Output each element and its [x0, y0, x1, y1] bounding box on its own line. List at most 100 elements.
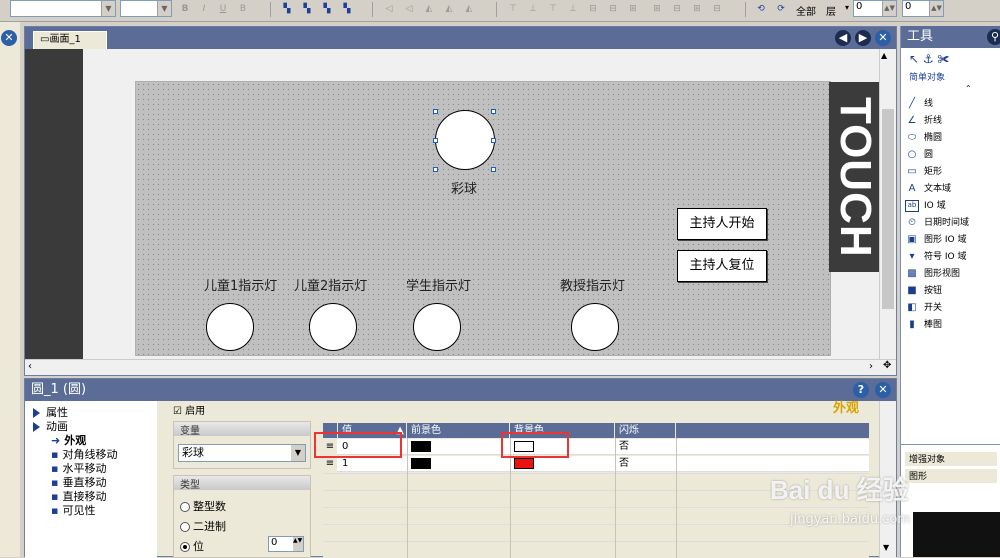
- close-icon[interactable]: ✕: [875, 30, 891, 46]
- zoom-out-icon[interactable]: ⟳: [774, 2, 788, 16]
- foreground-swatch[interactable]: [411, 441, 431, 452]
- tool-datetime[interactable]: ⏲ 日期时间域: [905, 215, 969, 231]
- font-combo[interactable]: ▼: [10, 0, 116, 17]
- group-icon[interactable]: ⊞: [650, 2, 664, 16]
- selection-handle[interactable]: [433, 167, 438, 172]
- italic-button[interactable]: I: [197, 2, 211, 16]
- chevron-down-icon[interactable]: ▾: [845, 3, 849, 12]
- tools-group-graphics[interactable]: 图形: [905, 469, 997, 483]
- tools-group-simple[interactable]: 简单对象: [909, 70, 945, 83]
- tool-io-field[interactable]: ab IO 域: [905, 198, 946, 214]
- align-right-icon[interactable]: ▚: [320, 2, 334, 16]
- host-start-button[interactable]: 主持人开始: [677, 208, 767, 240]
- radio-binary[interactable]: 二进制: [180, 518, 226, 534]
- second-spin[interactable]: 0 ▲▼: [902, 0, 944, 17]
- selection-handle[interactable]: [491, 109, 496, 114]
- tool-graphic-view[interactable]: ▩ 图形视图: [905, 266, 960, 282]
- horizontal-scrollbar[interactable]: ‹ › ✥: [25, 359, 896, 375]
- scroll-right-icon[interactable]: ›: [869, 361, 873, 372]
- align-center-icon[interactable]: ▚: [300, 2, 314, 16]
- tool-polyline[interactable]: ∠ 折线: [905, 113, 943, 129]
- bit-spin[interactable]: 0 ▲▼: [268, 536, 304, 552]
- spin-icon[interactable]: ▲▼: [293, 537, 303, 551]
- distribute-icon[interactable]: ⊥: [566, 2, 580, 16]
- flip-h-icon[interactable]: ◭: [422, 2, 436, 16]
- tools-group-enhanced[interactable]: 增强对象: [905, 452, 997, 466]
- expand-icon[interactable]: [33, 422, 40, 432]
- lamp-circle[interactable]: [206, 303, 254, 351]
- selection-handle[interactable]: [491, 138, 496, 143]
- tree-item-visibility[interactable]: ▪ 可见性: [51, 502, 95, 518]
- background-swatch[interactable]: [514, 458, 534, 469]
- pointer-tools[interactable]: ↖ ⚓ ✀: [909, 52, 949, 67]
- screen-canvas[interactable]: 彩球 儿童1指示灯 儿童2指示灯 学生指示灯 教授指示灯 主持人开始 主持人复位: [135, 81, 831, 356]
- strike-button[interactable]: B: [236, 2, 250, 16]
- selection-handle[interactable]: [433, 138, 438, 143]
- underline-button[interactable]: U: [216, 2, 230, 16]
- selection-handle[interactable]: [433, 109, 438, 114]
- variable-select[interactable]: 彩球 ▼: [178, 444, 306, 462]
- scroll-up-icon[interactable]: ▲: [881, 51, 887, 60]
- pin-icon[interactable]: ⚲: [987, 29, 1000, 45]
- scroll-thumb[interactable]: [882, 109, 894, 309]
- rotate-right-icon[interactable]: ◁: [402, 2, 416, 16]
- tool-switch[interactable]: ◧ 开关: [905, 300, 942, 316]
- cell-blink[interactable]: 否: [615, 439, 675, 455]
- rotate-left-icon[interactable]: ◁: [382, 2, 396, 16]
- zoom-label[interactable]: 全部: [796, 3, 816, 18]
- cell-blink[interactable]: 否: [615, 456, 675, 472]
- radio-integer[interactable]: 整型数: [180, 498, 226, 514]
- radio-bit[interactable]: 位: [180, 538, 204, 554]
- prev-icon[interactable]: ◀: [835, 30, 851, 46]
- help-icon[interactable]: ?: [853, 382, 869, 398]
- column-header-blink[interactable]: 闪烁: [615, 423, 675, 438]
- mirror-icon[interactable]: ◭: [462, 2, 476, 16]
- chevron-down-icon[interactable]: ▼: [291, 445, 305, 461]
- enable-checkbox[interactable]: ☑ 启用: [173, 402, 205, 417]
- selection-handle[interactable]: [491, 167, 496, 172]
- cell-value[interactable]: 1: [338, 456, 406, 472]
- move-icon[interactable]: ✥: [883, 360, 891, 371]
- font-size-combo[interactable]: ▼: [120, 0, 172, 17]
- same-width-icon[interactable]: ⊟: [586, 2, 600, 16]
- close-icon[interactable]: ✕: [875, 382, 891, 398]
- foreground-swatch[interactable]: [411, 458, 431, 469]
- scroll-left-icon[interactable]: ‹: [28, 361, 32, 372]
- tool-text[interactable]: A 文本域: [905, 181, 951, 197]
- ball-circle[interactable]: [435, 110, 495, 170]
- align-justify-icon[interactable]: ▚: [340, 2, 354, 16]
- tool-rectangle[interactable]: ▭ 矩形: [905, 164, 942, 180]
- align-bottom-icon[interactable]: ⊤: [546, 2, 560, 16]
- table-row[interactable]: ≡ 0 否: [323, 439, 869, 455]
- tool-circle[interactable]: ○ 圆: [905, 147, 933, 163]
- same-height-icon[interactable]: ⊟: [606, 2, 620, 16]
- tool-graphic-io[interactable]: ▣ 图形 IO 域: [905, 232, 966, 248]
- chevron-down-icon[interactable]: ▼: [101, 1, 115, 16]
- chevron-up-icon[interactable]: ⌃: [965, 84, 972, 93]
- chevron-down-icon[interactable]: ▼: [157, 1, 171, 16]
- row-handle-icon[interactable]: ≡: [323, 456, 337, 472]
- host-reset-button[interactable]: 主持人复位: [677, 250, 767, 282]
- lamp-circle[interactable]: [571, 303, 619, 351]
- bold-button[interactable]: B: [178, 2, 192, 16]
- ungroup-icon[interactable]: ⊟: [670, 2, 684, 16]
- zoom-in-icon[interactable]: ⟲: [754, 2, 768, 16]
- expand-icon[interactable]: [33, 408, 40, 418]
- back-icon[interactable]: ⊟: [710, 2, 724, 16]
- next-icon[interactable]: ▶: [855, 30, 871, 46]
- column-header-foreground[interactable]: 前景色: [407, 423, 509, 438]
- vertical-scrollbar[interactable]: ▲: [879, 49, 896, 359]
- tool-ellipse[interactable]: ⬭ 椭圆: [905, 130, 942, 146]
- same-size-icon[interactable]: ⊞: [626, 2, 640, 16]
- lamp-circle[interactable]: [413, 303, 461, 351]
- align-top-icon[interactable]: ⊤: [506, 2, 520, 16]
- align-left-icon[interactable]: ▚: [280, 2, 294, 16]
- align-middle-icon[interactable]: ⊥: [526, 2, 540, 16]
- tool-button[interactable]: ■ 按钮: [905, 283, 942, 299]
- tool-symbol-io[interactable]: ▾ 符号 IO 域: [905, 249, 966, 265]
- spin-icon[interactable]: ▲▼: [929, 1, 943, 16]
- spin-icon[interactable]: ▲▼: [882, 1, 896, 16]
- lamp-circle[interactable]: [309, 303, 357, 351]
- tab-screen-1[interactable]: ▭画面_1: [33, 31, 107, 49]
- scroll-down-icon[interactable]: ▼: [883, 543, 889, 552]
